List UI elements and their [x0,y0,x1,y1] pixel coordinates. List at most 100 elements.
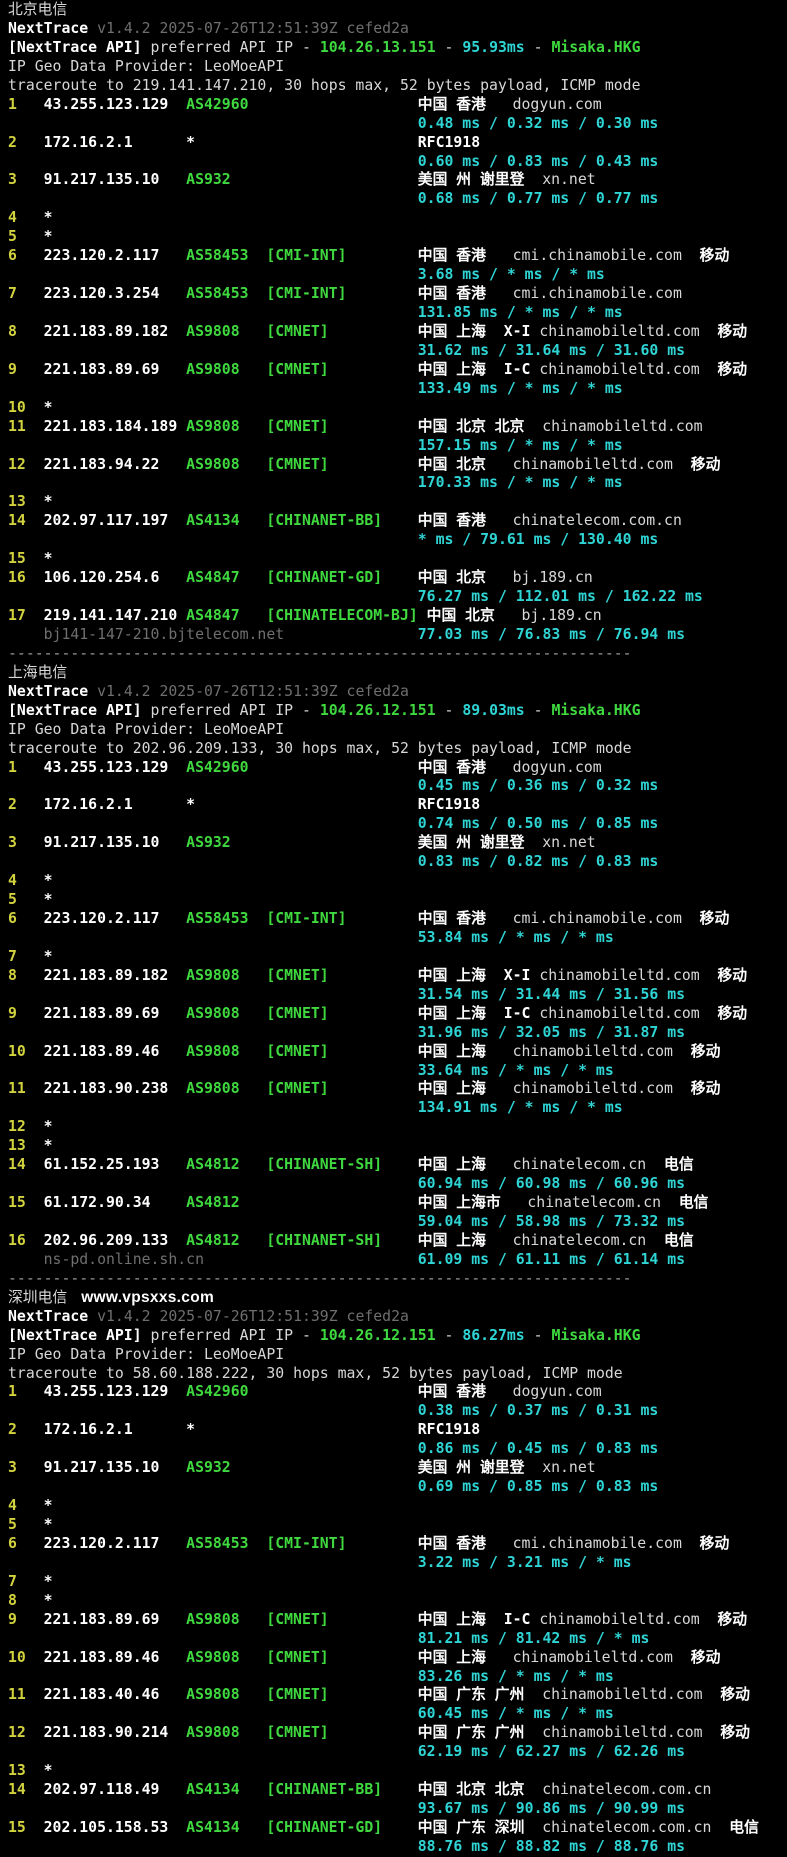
section-separator: ----------------------------------------… [8,1269,632,1287]
hop-asn: AS4812 [186,1156,240,1174]
hop-asn: AS58453 [186,1534,249,1552]
api-ip: 104.26.12.151 [319,1326,436,1344]
hop-carrier: 移动 [699,1610,748,1628]
hop-as-tag: [CMNET] [266,1080,329,1098]
hop-rtt: 3.22 ms / 3.21 ms / * ms [417,1553,632,1571]
hop-ip: 223.120.2.117 [43,910,160,927]
hop-location: 中国 上海 [417,322,504,340]
hop-timeout-star: * [43,1572,53,1590]
hop-rtt: 133.49 ms / * ms / * ms [417,379,623,397]
hop-ip: 223.120.2.117 [43,1534,160,1552]
hop-asn: * [186,796,196,814]
hop-number: 12 [8,1724,26,1742]
hop-line: 6 223.120.2.117 AS58453 [CMI-INT] 中国 香港 cmi.… [8,910,787,929]
hop-as-tag: [CMI-INT] [266,285,347,303]
site-watermark: www.vpsxxs.com [81,1288,215,1306]
hop-domain: chinatelecom.com.cn [542,1781,712,1799]
hop-domain: dogyun.com [512,1383,602,1401]
terminal-screen: 北京电信 NextTrace v1.4.2 2025-07-26T12:51:39… [0,0,787,1857]
hop-rtt: 31.96 ms / 32.05 ms / 31.87 ms [417,1023,686,1041]
hop-asn: * [186,133,196,151]
hop-location: 中国 香港 [417,95,513,113]
hop-rtt-line: 0.69 ms / 0.85 ms / 0.83 ms [8,1478,787,1497]
hop-rtt-line: 31.62 ms / 31.64 ms / 31.60 ms [8,342,787,361]
hop-domain: chinamobileltd.com [512,1080,673,1098]
hop-carrier: 移动 [699,322,748,340]
hop-line: 15 61.172.90.34 AS4812 中国 上海市 chinatelecom.… [8,1194,787,1213]
hop-number: 14 [8,1781,26,1799]
hop-domain: chinamobileltd.com [539,1004,700,1022]
hop-location: 中国 北京 [417,455,513,473]
hop-rtt: 170.33 ms / * ms / * ms [417,474,623,492]
hop-number: 4 [8,209,17,227]
api-node: Misaka.HKG [551,701,641,719]
hop-ip: 202.97.117.197 [43,512,169,530]
hop-asn: AS4812 [186,1194,240,1212]
hop-asn: AS932 [186,834,231,852]
hop-location: RFC1918 [417,133,481,151]
hop-line: 10 221.183.89.46 AS9808 [CMNET] 中国 上海 chinam… [8,1649,787,1668]
hop-rtt: 33.64 ms / * ms / * ms [417,1061,614,1079]
hop-ip: 43.255.123.129 [43,1383,169,1401]
hop-rtt-line: 31.54 ms / 31.44 ms / 31.56 ms [8,986,787,1005]
section-title: 北京电信 [8,1,68,18]
hop-line: 5 * [8,1516,787,1535]
version-line: NextTrace v1.4.2 2025-07-26T12:51:39Z ce… [8,20,787,39]
api-ip: 104.26.12.151 [319,701,436,719]
geo-provider-line: IP Geo Data Provider: LeoMoeAPI [8,1346,787,1365]
hop-as-tag: [CMNET] [266,455,329,473]
hop-rtt-line: 76.27 ms / 112.01 ms / 162.22 ms [8,588,787,607]
hop-ip: 61.152.25.193 [43,1156,160,1174]
hop-rtt: 93.67 ms / 90.86 ms / 90.99 ms [417,1800,686,1818]
hop-number: 5 [8,228,17,246]
api-line: [NextTrace API] preferred API IP - 104.2… [8,702,787,721]
hop-ip: 91.217.135.10 [43,171,160,189]
hop-location: 中国 广东 深圳 [417,1819,543,1836]
hop-location: 美国 州 谢里登 [417,171,543,189]
hop-ip: 202.105.158.53 [43,1819,169,1836]
hop-asn: AS9808 [186,1724,240,1742]
hop-domain: chinamobileltd.com [539,322,700,340]
hop-line: 2 172.16.2.1 * RFC1918 [8,134,787,153]
hop-ip: 172.16.2.1 [43,1421,133,1439]
hop-asn: AS4134 [186,1781,240,1799]
hop-asn: AS4847 [186,607,240,624]
hop-number: 10 [8,398,26,416]
hop-location: 中国 上海 [417,1610,504,1628]
hop-carrier: 移动 [681,910,730,927]
hop-ip: 223.120.2.117 [43,247,160,265]
hop-asn: AS4812 [186,1231,240,1249]
hop-rtt-line: 62.19 ms / 62.27 ms / 62.26 ms [8,1743,787,1762]
hop-rtt-line: 3.22 ms / 3.21 ms / * ms [8,1554,787,1573]
geo-provider: IP Geo Data Provider: LeoMoeAPI [8,57,285,75]
hop-location: 美国 州 谢里登 [417,1459,543,1477]
app-version: v1.4.2 2025-07-26T12:51:39Z cefed2a [88,682,409,700]
hop-number: 8 [8,1591,17,1609]
hop-location: 中国 北京 [417,607,522,624]
hop-location: 中国 上海 [417,1004,504,1022]
hop-number: 1 [8,1383,17,1401]
hop-rtt: * ms / 79.61 ms / 130.40 ms [417,531,659,549]
hop-line: 7 223.120.3.254 AS58453 [CMI-INT] 中国 香港 cmi.… [8,285,787,304]
hop-timeout-star: * [43,550,53,568]
hop-number: 4 [8,872,17,890]
hop-number: 1 [8,95,17,113]
hop-location: 中国 上海 [417,966,504,984]
api-label: [NextTrace API] [8,701,142,719]
hop-rtt-line: 0.83 ms / 0.82 ms / 0.83 ms [8,853,787,872]
hop-timeout-star: * [43,398,53,416]
hop-asn: AS9808 [186,1080,240,1098]
hop-location: 中国 北京 北京 [417,1781,543,1799]
hop-location: RFC1918 [417,1421,481,1439]
hop-rtt-line: 53.84 ms / * ms / * ms [8,929,787,948]
hop-location: 中国 香港 [417,758,513,776]
hop-line: 16 106.120.254.6 AS4847 [CHINANET-GD] 中国 北京 … [8,569,787,588]
hop-rtt: 131.85 ms / * ms / * ms [417,304,623,321]
hop-ip: 172.16.2.1 [43,796,133,814]
hop-carrier: 移动 [672,1080,721,1098]
hop-location: 中国 上海 [417,1080,513,1098]
hop-number: 8 [8,966,17,984]
hop-location: 中国 广东 广州 [417,1724,543,1742]
hop-rtt-line: 134.91 ms / * ms / * ms [8,1099,787,1118]
hop-ip: 223.120.3.254 [43,285,160,303]
